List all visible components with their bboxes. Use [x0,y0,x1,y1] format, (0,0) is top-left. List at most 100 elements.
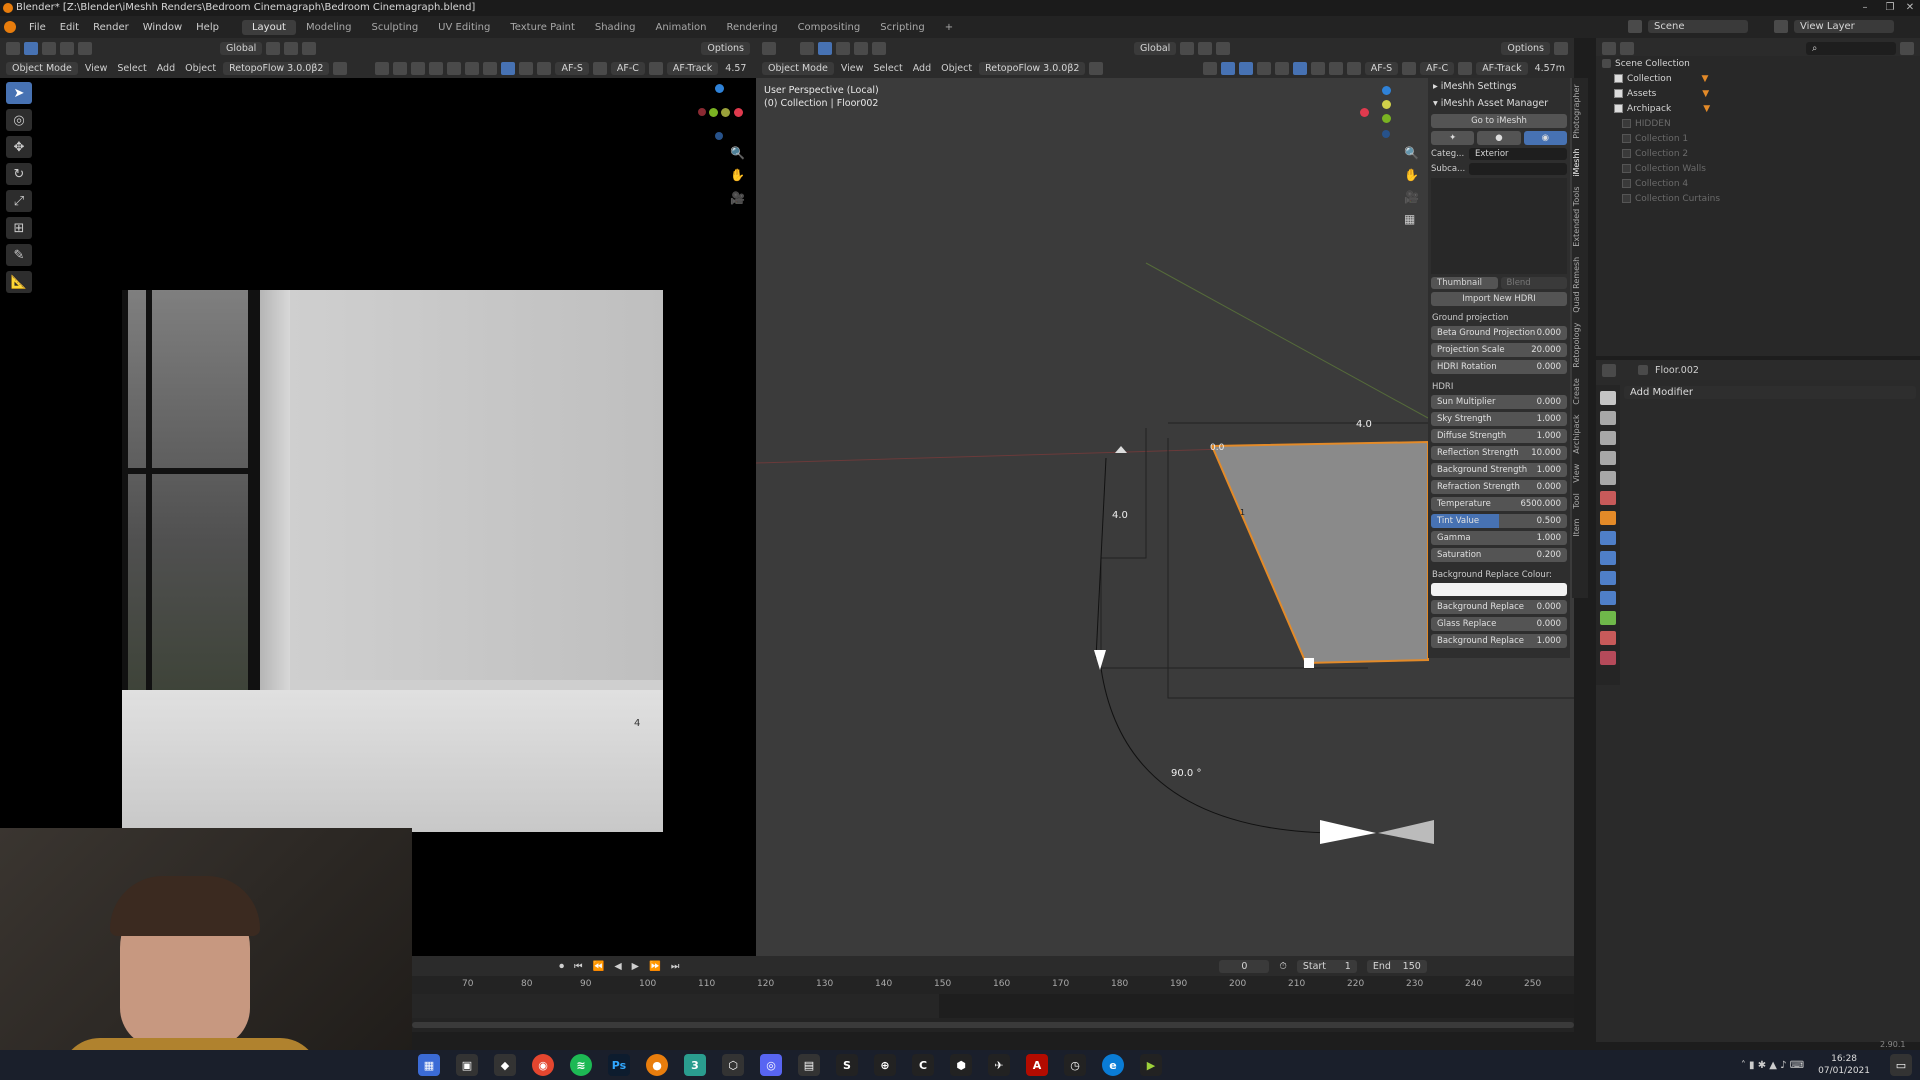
focal-distance[interactable]: 4.57 [722,63,749,74]
tab-texture-paint[interactable]: Texture Paint [500,20,585,35]
pan-hand-icon[interactable]: ✋ [730,168,745,182]
data-tab-icon[interactable] [1600,611,1616,625]
steam-icon[interactable]: S [836,1054,858,1076]
projection-scale-field[interactable]: Projection Scale 20.000 [1431,343,1567,357]
app-icon[interactable]: C [912,1054,934,1076]
background-replace-colour-swatch[interactable] [1431,583,1567,596]
checkbox[interactable] [1614,89,1623,98]
select-mode-icon[interactable] [78,41,92,55]
tab-item[interactable]: Item [1572,519,1581,537]
outliner-item[interactable]: Collection 1 [1596,131,1920,146]
app-icon[interactable]: ◷ [1064,1054,1086,1076]
subcategory-dropdown[interactable] [1469,163,1567,175]
camera-icon[interactable] [648,61,663,75]
rotate-tool-icon[interactable]: ↻ [6,163,32,185]
overlay-icon[interactable] [1238,61,1253,75]
chrome-icon[interactable]: ◉ [532,1054,554,1076]
af-s-button[interactable]: AF-S [555,61,589,75]
play-reverse-icon[interactable]: ◀ [614,961,621,972]
select-menu[interactable]: Select [870,63,905,74]
focal-distance[interactable]: 4.57m [1532,63,1568,74]
blender-menu-icon[interactable] [4,21,16,33]
select-menu[interactable]: Select [114,63,149,74]
checkbox[interactable] [1614,74,1623,83]
tab-layout[interactable]: Layout [241,19,296,35]
object-tab-icon[interactable] [1600,511,1616,525]
start-frame-field[interactable]: Start 1 [1296,959,1357,973]
imeshh-settings-header[interactable]: ▸ iMeshh Settings [1428,78,1570,95]
material-tab-icon[interactable] [1600,631,1616,645]
shading-solid-icon[interactable] [465,61,480,75]
clock[interactable]: 16:28 07/01/2021 [1818,1053,1870,1077]
snap-icon[interactable] [1198,41,1213,55]
menu-edit[interactable]: Edit [53,22,86,33]
orientation-dropdown[interactable]: Global [1134,41,1177,55]
app-icon[interactable]: ✈ [988,1054,1010,1076]
select-tool-icon[interactable]: ➤ [6,82,32,104]
sun-multiplier-field[interactable]: Sun Multiplier 0.000 [1431,395,1567,409]
help-icon[interactable] [333,61,348,75]
tab-animation[interactable]: Animation [646,20,717,35]
camera-icon[interactable] [1458,61,1473,75]
outliner-item[interactable]: Collection 4 [1596,176,1920,191]
add-menu[interactable]: Add [154,63,178,74]
camera-icon[interactable] [1402,61,1417,75]
spotify-icon[interactable]: ≋ [570,1054,592,1076]
scene-tab-icon[interactable] [1600,471,1616,485]
particles-tab-icon[interactable] [1600,551,1616,565]
task-view-icon[interactable]: ▣ [456,1054,478,1076]
pan-hand-icon[interactable]: ✋ [1404,168,1419,182]
visibility-icon[interactable] [375,61,390,75]
tab-uv-editing[interactable]: UV Editing [428,20,500,35]
timeline-ruler[interactable]: 70 80 90 100 110 120 130 140 150 160 170 180 190 200 2… [412,976,1574,994]
help-icon[interactable] [1089,61,1104,75]
current-frame-field[interactable]: 0 [1219,959,1270,973]
asset-preview[interactable] [1431,178,1567,274]
xray-icon[interactable] [429,61,444,75]
tab-compositing[interactable]: Compositing [788,20,871,35]
world-tab-icon[interactable] [1600,491,1616,505]
tab-photographer[interactable]: Photographer [1572,84,1581,138]
annotate-tool-icon[interactable]: ✎ [6,244,32,266]
shading-rendered-icon[interactable] [501,61,516,75]
filter-icon[interactable] [1900,41,1914,55]
transform-tool-icon[interactable]: ⊞ [6,217,32,239]
blend-toggle[interactable]: Blend [1500,277,1567,289]
menu-file[interactable]: File [22,22,53,33]
prev-keyframe-icon[interactable]: ⏪ [593,961,605,972]
checkbox[interactable] [1622,119,1631,128]
view-layer-selector[interactable]: View Layer [1794,20,1894,33]
outliner-item[interactable]: Archipack ▼ [1596,101,1920,116]
tab-view[interactable]: View [1572,464,1581,483]
app-icon[interactable]: ⬡ [722,1054,744,1076]
select-mode-icon[interactable] [60,41,74,55]
tint-value-slider[interactable]: Tint Value 0.500 [1431,514,1567,528]
shading-solid-icon[interactable] [1292,61,1307,75]
outliner-item[interactable]: Collection Walls [1596,161,1920,176]
af-c-button[interactable]: AF-C [1420,61,1455,75]
tab-shading[interactable]: Shading [585,20,646,35]
app-icon[interactable]: ◆ [494,1054,516,1076]
checkbox[interactable] [1622,134,1631,143]
add-modifier-dropdown[interactable]: Add Modifier [1624,386,1916,399]
tab-scripting[interactable]: Scripting [870,20,934,35]
select-box-icon[interactable] [800,41,814,55]
tab-quad-remesh[interactable]: Quad Remesh [1572,257,1581,313]
go-to-imeshh-button[interactable]: Go to iMeshh [1431,114,1567,128]
file-explorer-icon[interactable]: ▤ [798,1054,820,1076]
physics-tab-icon[interactable] [1600,571,1616,585]
jump-end-icon[interactable]: ⏭ [671,961,680,972]
shading-wireframe-icon[interactable] [1274,61,1289,75]
timeline-track[interactable] [412,994,1574,1018]
move-tool-icon[interactable]: ✥ [6,136,32,158]
texture-tab-icon[interactable] [1600,651,1616,665]
options-dropdown[interactable]: Options [701,41,750,55]
camera-view-icon[interactable]: 🎥 [730,191,745,205]
navigation-gizmo[interactable] [690,82,750,142]
system-tray-icons[interactable]: ˄ ▮ ✱ ▲ ♪ ⌨ [1741,1060,1804,1071]
temperature-field[interactable]: Temperature 6500.000 [1431,497,1567,511]
visibility-icon[interactable] [1202,61,1217,75]
refraction-strength-field[interactable]: Refraction Strength 0.000 [1431,480,1567,494]
select-mode-icon[interactable] [818,41,832,55]
navigation-gizmo[interactable] [1356,84,1416,144]
